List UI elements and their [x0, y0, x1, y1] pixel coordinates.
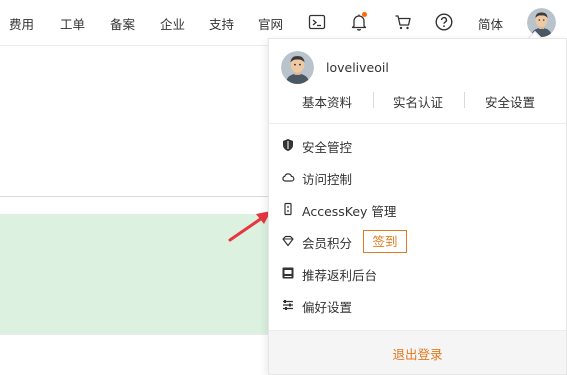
annotation-arrow — [228, 211, 271, 242]
logout-bar: 退出登录 — [269, 330, 566, 374]
menu-item-member-points[interactable]: 会员积分 — [281, 231, 551, 251]
menu-item-label: 会员积分 — [302, 236, 353, 251]
nav-item-enterprise[interactable]: 企业 — [160, 14, 185, 33]
logout-button[interactable]: 退出登录 — [269, 344, 566, 363]
dropdown-avatar — [281, 51, 314, 84]
nav-item-billing[interactable]: 费用 — [9, 14, 34, 33]
tab-basic-info[interactable]: 基本资料 — [302, 92, 352, 111]
content-divider — [0, 196, 270, 197]
menu-item-preferences[interactable]: 偏好设置 — [281, 295, 551, 315]
tab-separator — [373, 92, 374, 108]
nav-item-official-site[interactable]: 官网 — [258, 14, 283, 33]
nav-item-tickets[interactable]: 工单 — [60, 14, 85, 33]
nav-item-icp-filing[interactable]: 备案 — [110, 14, 135, 33]
sliders-icon — [281, 298, 295, 312]
shield-icon — [281, 138, 295, 152]
menu-item-label: AccessKey 管理 — [302, 204, 397, 219]
terminal-icon[interactable] — [307, 12, 327, 32]
cloud-icon — [281, 170, 295, 184]
tab-real-name-auth[interactable]: 实名认证 — [393, 92, 443, 111]
menu-item-access-control[interactable]: 访问控制 — [281, 167, 551, 187]
cart-icon[interactable] — [393, 12, 413, 32]
menu-item-referral-rebate[interactable]: 推荐返利后台 — [281, 263, 551, 283]
gift-icon — [281, 266, 295, 280]
dropdown-divider — [269, 123, 566, 124]
nav-item-support[interactable]: 支持 — [209, 14, 234, 33]
language-switch[interactable]: 简体 — [478, 14, 503, 33]
diamond-icon — [281, 234, 295, 248]
menu-item-label: 偏好设置 — [302, 300, 353, 315]
user-dropdown-menu: loveliveoil 基本资料 实名认证 安全设置 安全管控 访问控制 Acc… — [268, 38, 567, 375]
tab-security-settings[interactable]: 安全设置 — [485, 92, 535, 111]
username: loveliveoil — [326, 60, 389, 75]
bell-icon[interactable] — [349, 12, 369, 32]
key-icon — [281, 202, 295, 216]
menu-item-label: 安全管控 — [302, 140, 353, 155]
help-icon[interactable] — [434, 12, 454, 32]
menu-item-label: 推荐返利后台 — [302, 268, 378, 283]
notification-dot — [362, 12, 367, 17]
content-divider — [0, 334, 270, 335]
menu-item-accesskey[interactable]: AccessKey 管理 — [281, 199, 551, 219]
tab-separator — [464, 92, 465, 108]
menu-item-label: 访问控制 — [302, 172, 353, 187]
menu-item-security-control[interactable]: 安全管控 — [281, 135, 551, 155]
checkin-button[interactable]: 签到 — [363, 230, 407, 253]
